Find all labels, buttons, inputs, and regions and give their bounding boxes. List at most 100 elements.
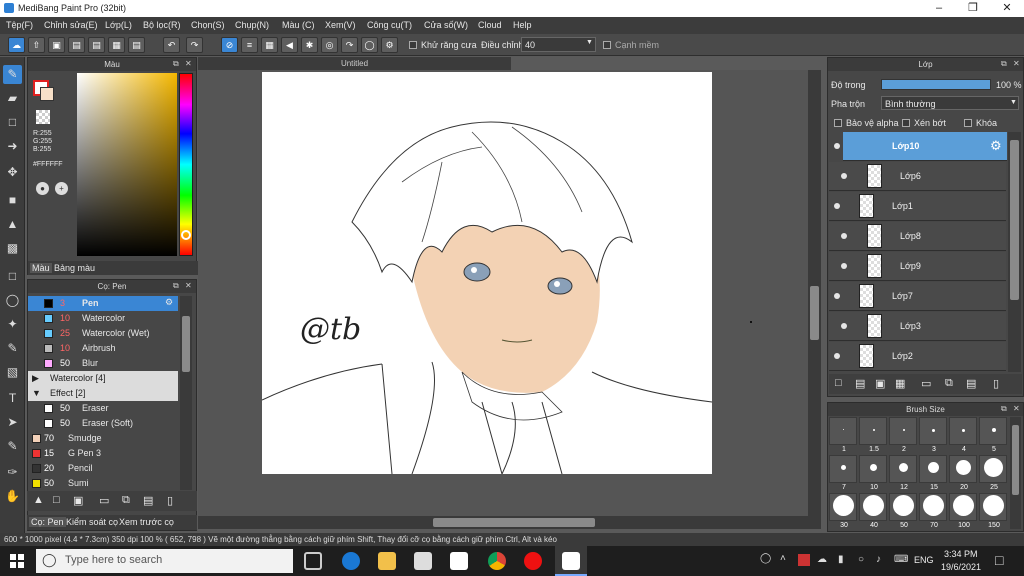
- fill-rect-icon[interactable]: ■: [3, 191, 22, 210]
- canvas-tab[interactable]: Untitled: [198, 57, 511, 70]
- text-tool-icon[interactable]: T: [3, 389, 22, 408]
- menu-view[interactable]: Xem(V): [325, 20, 356, 30]
- grid-snap-icon[interactable]: ▦: [261, 37, 278, 53]
- chevron-up-icon[interactable]: ˄: [780, 553, 786, 564]
- gear-icon[interactable]: ⚙: [165, 297, 173, 308]
- menu-help[interactable]: Help: [513, 20, 532, 30]
- dot-tool-icon[interactable]: □: [3, 113, 22, 132]
- language-indicator[interactable]: ENG: [914, 555, 934, 565]
- brush-size-scrollbar[interactable]: [1010, 417, 1021, 529]
- eye-icon[interactable]: [841, 263, 847, 269]
- size-cell[interactable]: 3: [919, 417, 947, 453]
- radial-snap-icon[interactable]: ✱: [301, 37, 318, 53]
- brush-row[interactable]: 50 Eraser (Soft): [28, 416, 178, 431]
- chrome-icon[interactable]: [488, 552, 506, 570]
- duplicate-icon[interactable]: ⧉: [122, 494, 130, 507]
- pages-icon[interactable]: ▦: [108, 37, 125, 53]
- close-button[interactable]: ✕: [990, 0, 1024, 17]
- layer-row[interactable]: Lớp7: [829, 282, 1006, 311]
- size-cell[interactable]: 100: [949, 493, 977, 529]
- canvas-vscroll[interactable]: [808, 70, 821, 516]
- network-icon[interactable]: ○: [858, 554, 864, 565]
- size-cell[interactable]: 40: [859, 493, 887, 529]
- menu-select[interactable]: Chọn(S): [191, 20, 225, 30]
- eye-icon[interactable]: [841, 233, 847, 239]
- edge-browser-icon[interactable]: [342, 552, 360, 570]
- operation-tool-icon[interactable]: ➤: [3, 413, 22, 432]
- task-view-icon[interactable]: [304, 552, 322, 570]
- curve-snap-icon[interactable]: ↷: [341, 37, 358, 53]
- circle-snap-icon[interactable]: ◎: [321, 37, 338, 53]
- file-explorer-icon[interactable]: [378, 552, 396, 570]
- bucket-tool-icon[interactable]: ▲: [3, 215, 22, 234]
- brush-row[interactable]: 10 Airbrush: [28, 341, 178, 356]
- settings-icon[interactable]: ⚙: [381, 37, 398, 53]
- medibang-taskbar-item[interactable]: [555, 546, 587, 576]
- popout-icon[interactable]: ⧉: [1001, 59, 1007, 69]
- share-icon[interactable]: ⇧: [28, 37, 45, 53]
- size-cell[interactable]: 20: [949, 455, 977, 491]
- tab-brush-preview[interactable]: Xem trước cọ: [119, 517, 174, 527]
- duplicate-icon[interactable]: ⧉: [945, 377, 953, 390]
- volume-icon[interactable]: ♪: [876, 554, 881, 565]
- layer-row[interactable]: Lớp1: [829, 192, 1006, 221]
- edge-checkbox[interactable]: [603, 41, 611, 49]
- size-cell[interactable]: 7: [829, 455, 857, 491]
- layer-row[interactable]: Lớp2: [829, 342, 1006, 371]
- brush-row[interactable]: 70 Smudge: [28, 431, 178, 446]
- menu-filter[interactable]: Bộ lọc(R): [143, 20, 181, 30]
- notification-icon[interactable]: □: [995, 552, 1003, 568]
- undo-icon[interactable]: ↶: [163, 37, 180, 53]
- lock-checkbox[interactable]: [964, 119, 972, 127]
- hue-handle[interactable]: [181, 230, 191, 240]
- scroll-thumb[interactable]: [1012, 425, 1019, 495]
- select-tool-icon[interactable]: □: [3, 267, 22, 286]
- eye-icon[interactable]: [841, 173, 847, 179]
- popout-icon[interactable]: ⧉: [173, 281, 179, 291]
- hue-slider[interactable]: [179, 73, 193, 256]
- size-cell[interactable]: 70: [919, 493, 947, 529]
- comment-icon[interactable]: ▣: [48, 37, 65, 53]
- clock-time[interactable]: 3:34 PM: [944, 549, 978, 559]
- document-icon[interactable]: ▤: [128, 37, 145, 53]
- redo-icon[interactable]: ↷: [186, 37, 203, 53]
- opera-icon[interactable]: [524, 552, 542, 570]
- lasso-tool-icon[interactable]: ◯: [3, 291, 22, 310]
- brush-row[interactable]: 50 Eraser: [28, 401, 178, 416]
- brush-row[interactable]: 50 Sumi: [28, 476, 178, 491]
- scroll-thumb[interactable]: [810, 286, 819, 340]
- size-cell[interactable]: 4: [949, 417, 977, 453]
- size-cell[interactable]: 1.5: [859, 417, 887, 453]
- size-cell[interactable]: 150: [979, 493, 1007, 529]
- menu-window[interactable]: Cửa số(W): [424, 20, 468, 30]
- secondary-color-swatch[interactable]: [40, 87, 54, 101]
- menu-snap[interactable]: Chụp(N): [235, 20, 269, 30]
- close-icon[interactable]: ✕: [185, 59, 192, 68]
- protect-alpha-checkbox[interactable]: [834, 119, 842, 127]
- message-icon[interactable]: ▤: [68, 37, 85, 53]
- layer-row[interactable]: Lớp6: [829, 162, 1006, 191]
- layer-row[interactable]: Lớp10 ⚙: [843, 132, 1007, 161]
- copy-icon[interactable]: ▤: [143, 494, 153, 507]
- popout-icon[interactable]: ⧉: [1001, 404, 1007, 414]
- opacity-slider[interactable]: [881, 79, 991, 90]
- eyedropper-icon[interactable]: ✑: [3, 463, 22, 482]
- new-halftone-layer-icon[interactable]: ▤: [855, 377, 865, 390]
- search-box[interactable]: ◯ Type here to search: [36, 549, 293, 573]
- palette-icon[interactable]: ●: [36, 182, 49, 195]
- add-menu-icon[interactable]: ▣: [73, 494, 83, 507]
- menu-color[interactable]: Màu (C): [282, 20, 315, 30]
- saturation-value-picker[interactable]: [77, 73, 177, 256]
- menu-tools[interactable]: Công cụ(T): [367, 20, 412, 30]
- layer-row[interactable]: Lớp8: [829, 222, 1006, 251]
- brush-group-effect[interactable]: ▼ Effect [2]: [28, 386, 178, 401]
- new-icon[interactable]: □: [53, 494, 60, 506]
- new-layer-icon[interactable]: □: [835, 377, 842, 389]
- trash-icon[interactable]: ▯: [993, 377, 999, 390]
- mail-icon[interactable]: [414, 552, 432, 570]
- minimize-button[interactable]: –: [922, 0, 956, 17]
- perspective-snap-icon[interactable]: ◀: [281, 37, 298, 53]
- no-snap-icon[interactable]: ⊘: [221, 37, 238, 53]
- brush-row[interactable]: 50 Blur: [28, 356, 178, 371]
- brush-row[interactable]: 15 G Pen 3: [28, 446, 178, 461]
